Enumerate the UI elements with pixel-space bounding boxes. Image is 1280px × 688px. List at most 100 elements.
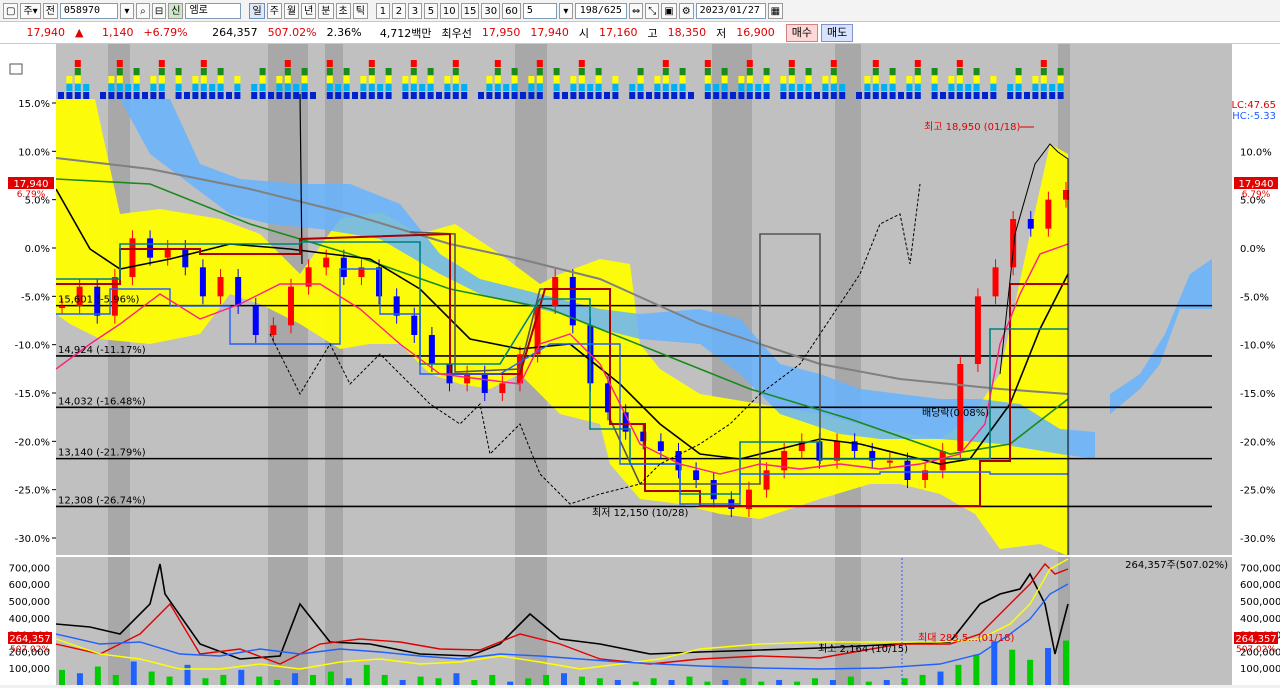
y-tick-right: -10.0%: [1240, 341, 1275, 352]
signal-block: [209, 84, 216, 91]
signal-block: [562, 92, 568, 99]
signal-block: [444, 76, 451, 83]
stock-name-field[interactable]: 엠로: [185, 2, 242, 19]
signal-block: [746, 92, 753, 99]
signal-block: [116, 76, 123, 83]
signal-block: [872, 84, 879, 91]
signal-block: [956, 68, 963, 75]
candle-body: [763, 470, 770, 490]
signal-block: [662, 60, 669, 67]
search-icon[interactable]: ⌕: [135, 2, 150, 19]
period-button-week[interactable]: 주: [266, 2, 282, 19]
signal-block: [1007, 84, 1014, 91]
period-selector[interactable]: 주▾: [20, 2, 41, 19]
signal-block: [268, 92, 274, 99]
period-button-second[interactable]: 초: [335, 2, 351, 19]
candle-body: [182, 248, 189, 268]
volume-bar: [525, 678, 532, 685]
code-prefix-button[interactable]: 전: [42, 2, 58, 19]
period-button-month[interactable]: 월: [283, 2, 300, 19]
interval-button-1[interactable]: 1: [375, 2, 390, 19]
volume-tag-right-text: 264,357: [1235, 634, 1276, 645]
signal-block: [184, 92, 190, 99]
calendar-icon[interactable]: ▦: [767, 2, 784, 19]
signal-block: [570, 92, 577, 99]
interval-button-5[interactable]: 5: [423, 2, 438, 19]
dividend-annotation: 배당락(0.08%): [922, 407, 989, 419]
buy-button[interactable]: 매수: [785, 23, 819, 42]
y-tick-left: -25.0%: [15, 486, 50, 497]
signal-block: [494, 84, 501, 91]
signal-block: [914, 92, 921, 99]
volume-bar: [865, 681, 872, 685]
signal-block: [494, 68, 501, 75]
sell-button[interactable]: 매도: [821, 23, 854, 42]
period-button-tick[interactable]: 틱: [352, 2, 368, 19]
signal-block: [956, 84, 963, 91]
signal-block: [335, 84, 342, 91]
signal-block: [66, 84, 73, 91]
interval-chevron-icon[interactable]: ▾: [558, 2, 573, 19]
interval-button-2[interactable]: 2: [391, 2, 406, 19]
period-button-minute[interactable]: 분: [318, 2, 334, 19]
period-button-year[interactable]: 년: [301, 2, 317, 19]
signal-block: [822, 76, 829, 83]
signal-block: [721, 68, 728, 75]
signal-block: [108, 92, 115, 99]
signal-block: [83, 92, 90, 99]
signal-block: [251, 84, 258, 91]
signal-block: [175, 68, 182, 75]
signal-block: [914, 84, 921, 91]
signal-block: [629, 92, 636, 99]
interval-input[interactable]: 5: [522, 2, 557, 19]
sin-badge[interactable]: 신: [168, 2, 184, 19]
interval-button-3[interactable]: 3: [407, 2, 422, 19]
date-input[interactable]: 2023/01/27: [695, 2, 766, 19]
signal-block: [1015, 68, 1022, 75]
signal-block: [452, 84, 459, 91]
interval-button-15[interactable]: 15: [460, 2, 480, 19]
signal-block: [956, 92, 963, 99]
signal-block: [805, 92, 812, 99]
price-change-pct: +6.79%: [143, 26, 188, 39]
interval-button-10[interactable]: 10: [439, 2, 459, 19]
signal-block: [150, 92, 157, 99]
current-price: 17,940: [26, 26, 66, 39]
signal-block: [788, 76, 795, 83]
signal-block: [1015, 84, 1022, 91]
settings-icon[interactable]: ⊟: [151, 2, 167, 19]
stock-code-input[interactable]: 058970: [59, 2, 118, 19]
signal-block: [511, 68, 518, 75]
zoom-icon[interactable]: ⇔: [628, 2, 644, 19]
save-icon[interactable]: ▣: [661, 2, 677, 19]
signal-block: [1032, 84, 1039, 91]
volume-bar: [937, 671, 944, 685]
gear-icon[interactable]: ⚙: [678, 2, 694, 19]
chart-area[interactable]: 15,601 (-5.96%) 14,924 (-11.17%) 14,032 (-…: [0, 44, 1280, 685]
volume-bar: [417, 676, 424, 685]
signal-block: [427, 68, 434, 75]
signal-block: [704, 84, 711, 91]
signal-block: [738, 76, 745, 83]
interval-button-60[interactable]: 60: [502, 2, 521, 19]
stock-chart[interactable]: 15,601 (-5.96%) 14,924 (-11.17%) 14,032 (-…: [0, 44, 1280, 685]
signal-block: [612, 92, 619, 99]
candle-body: [376, 267, 383, 297]
signal-block: [511, 84, 518, 91]
window-icon[interactable]: ▢: [3, 2, 19, 19]
signal-block: [158, 92, 165, 99]
signal-block: [377, 92, 384, 99]
volume-pct-tag-right: 507.02%: [1236, 645, 1276, 655]
signal-block: [713, 92, 720, 99]
period-button-day[interactable]: 일: [249, 2, 265, 19]
signal-block: [402, 76, 409, 83]
signal-block: [133, 92, 140, 99]
signal-block: [486, 76, 493, 83]
interval-button-30[interactable]: 30: [481, 2, 501, 19]
signal-block: [721, 92, 728, 99]
y-tick-left: 10.0%: [18, 147, 50, 158]
signal-block: [360, 84, 367, 91]
dropdown-chevron-icon[interactable]: ▾: [119, 2, 134, 19]
tool-icon[interactable]: ⤡: [645, 2, 660, 19]
signal-block: [654, 84, 661, 91]
